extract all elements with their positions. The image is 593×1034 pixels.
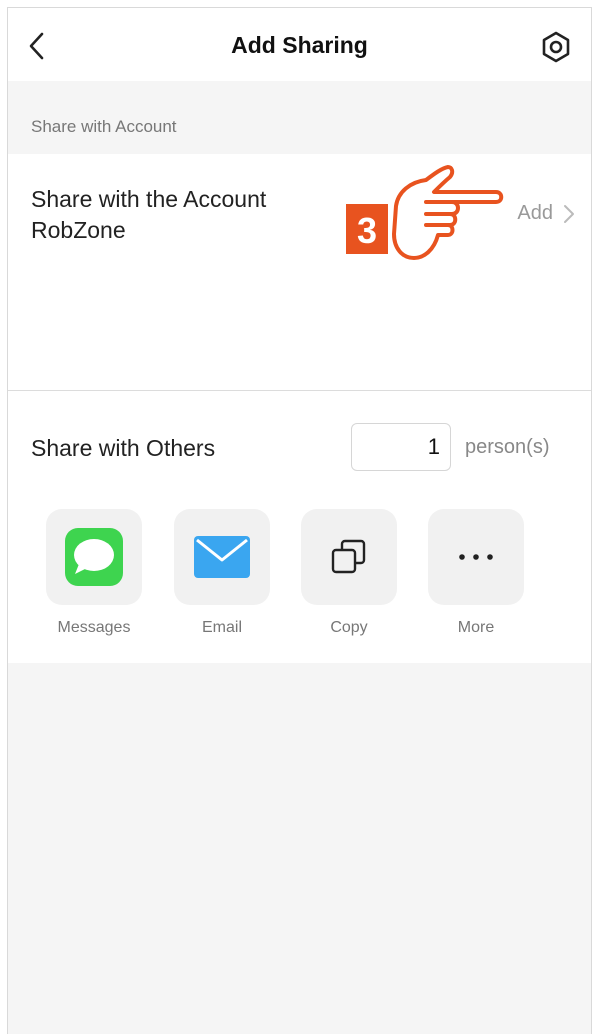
share-with-account-label: Share with the Account RobZone xyxy=(31,186,267,243)
share-option-label: Email xyxy=(201,619,242,636)
step-annotation-graphic: 3 xyxy=(346,165,504,260)
share-with-others-card: Share with Others person(s) Messages Ema… xyxy=(8,391,591,663)
page-title: Add Sharing xyxy=(231,32,368,58)
share-more-button[interactable]: More xyxy=(428,509,524,637)
person-quantity-input[interactable] xyxy=(351,423,451,471)
copy-icon xyxy=(331,539,366,574)
messages-icon xyxy=(65,528,123,586)
share-tile xyxy=(46,509,142,605)
add-account-button[interactable]: Add xyxy=(517,202,575,225)
share-option-label: Messages xyxy=(57,619,131,636)
tutorial-annotation: 3 xyxy=(338,162,508,272)
share-messages-button[interactable]: Messages xyxy=(46,509,142,637)
section-header-share-with-account: Share with Account xyxy=(8,81,591,154)
add-label: Add xyxy=(517,202,553,224)
share-email-button[interactable]: Email xyxy=(174,509,270,637)
person-unit-label: person(s) xyxy=(465,436,550,458)
share-copy-button[interactable]: Copy xyxy=(301,509,397,637)
settings-button[interactable] xyxy=(539,30,573,64)
step-number: 3 xyxy=(357,210,377,251)
more-icon xyxy=(459,554,493,560)
chevron-right-icon xyxy=(564,204,574,223)
share-tile xyxy=(174,509,270,605)
pointing-hand-icon xyxy=(392,165,504,260)
share-option-label: More xyxy=(457,619,495,636)
gear-icon xyxy=(542,31,570,63)
share-tile xyxy=(428,509,524,605)
share-option-label: Copy xyxy=(330,619,368,636)
share-tile xyxy=(301,509,397,605)
navigation-bar: Add Sharing xyxy=(8,8,591,81)
email-icon xyxy=(194,536,250,578)
share-with-others-label: Share with Others xyxy=(31,435,216,461)
section-header-label: Share with Account xyxy=(31,117,177,136)
